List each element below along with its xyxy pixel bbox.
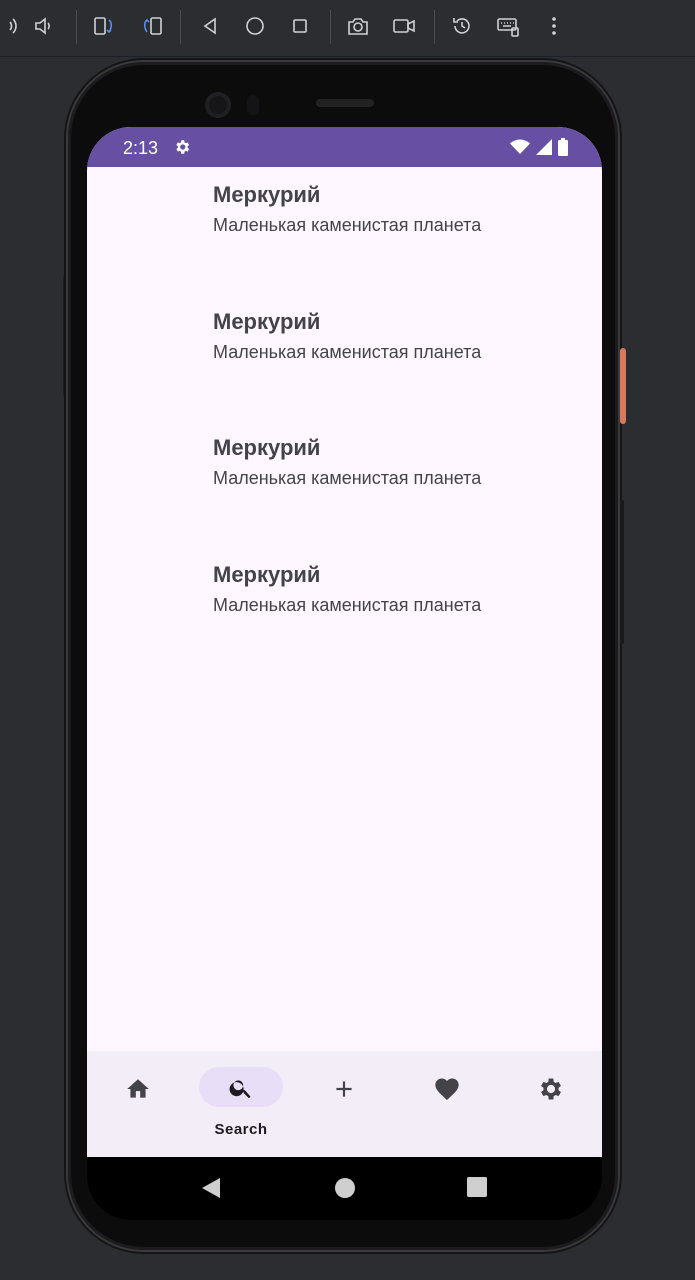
earpiece [316,99,374,107]
keyboard-icon[interactable] [494,12,522,40]
list-item[interactable]: Меркурий Маленькая каменистая планета [213,309,573,379]
planet-description: Маленькая каменистая планета [213,468,482,488]
planet-description: Маленькая каменистая планета [213,215,482,235]
front-camera [205,92,231,118]
nav-settings[interactable] [537,1065,602,1145]
screenshot-icon[interactable] [344,12,372,40]
rotate-right-icon[interactable] [138,12,166,40]
list-item[interactable]: Меркурий Маленькая каменистая планета [213,562,573,632]
overview-icon[interactable] [286,12,314,40]
list-item[interactable]: Меркурий Маленькая каменистая планета [213,435,573,505]
nav-search-label: Search [214,1121,268,1138]
screen-record-icon[interactable] [390,12,418,40]
bottom-navigation: Search [87,1051,602,1157]
planet-name: Меркурий [213,182,321,207]
snapshot-icon[interactable] [448,12,476,40]
rotate-left-icon[interactable] [90,12,118,40]
volume-down-icon[interactable] [30,12,58,40]
nav-home[interactable] [87,1065,177,1145]
signal-icon [536,139,552,155]
planet-description: Маленькая каменистая планета [213,595,482,615]
volume-rocker[interactable] [620,500,624,644]
status-bar: 2:13 [87,127,602,167]
battery-icon [558,138,568,156]
wifi-icon [510,139,530,154]
home-icon [124,1075,152,1103]
system-home-icon[interactable] [334,1177,356,1199]
heart-icon [433,1075,461,1103]
planet-description: Маленькая каменистая планета [213,342,482,362]
power-button[interactable] [620,348,626,424]
nav-search[interactable]: Search [186,1065,296,1145]
planet-name: Меркурий [213,309,321,334]
planet-name: Меркурий [213,562,321,587]
add-icon [330,1075,358,1103]
system-navigation-bar [87,1157,602,1220]
camera-sensor [247,95,259,115]
emulator-toolbar [0,0,695,57]
list-item[interactable]: Меркурий Маленькая каменистая планета [213,182,573,252]
back-icon[interactable] [196,12,224,40]
settings-notification-icon [176,140,190,154]
planet-name: Меркурий [213,435,321,460]
planet-list: Меркурий Маленькая каменистая планета Ме… [87,167,602,1051]
volume-up-icon[interactable] [0,12,22,40]
nav-add[interactable] [330,1065,420,1145]
nav-favorites[interactable] [433,1065,523,1145]
more-icon[interactable] [540,12,568,40]
side-button [63,276,67,396]
settings-icon [537,1075,565,1103]
system-overview-icon[interactable] [467,1177,487,1197]
search-icon [227,1074,255,1102]
phone-screen: 2:13 Меркурий Маленькая каменистая плане… [87,127,602,1157]
home-icon[interactable] [241,12,269,40]
status-time: 2:13 [123,138,159,158]
system-back-icon[interactable] [200,1177,222,1199]
